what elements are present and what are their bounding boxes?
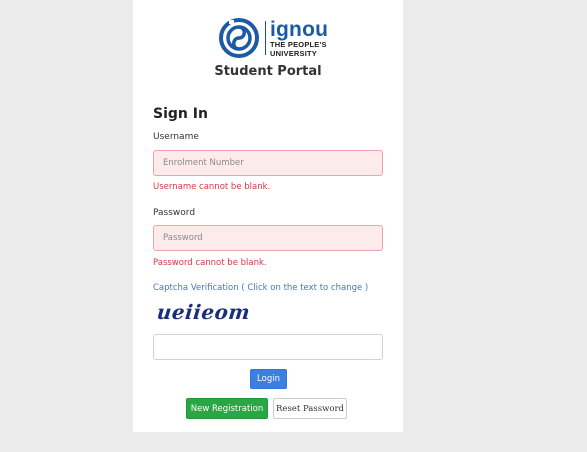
brand-tagline-2: UNIVERSITY — [270, 48, 318, 58]
login-card: ignou THE PEOPLE'S UNIVERSITY Student Po… — [133, 0, 403, 432]
login-button[interactable]: Login — [250, 369, 287, 389]
username-error: Username cannot be blank. — [153, 182, 271, 192]
logo-text: ignou THE PEOPLE'S UNIVERSITY — [270, 19, 328, 57]
brand-tagline-1: THE PEOPLE'S — [270, 40, 327, 49]
captcha-input[interactable] — [153, 334, 383, 360]
ignou-logo: ignou THE PEOPLE'S UNIVERSITY — [219, 17, 328, 59]
reset-password-button[interactable]: Reset Password — [273, 398, 347, 419]
logo-divider — [265, 21, 266, 55]
new-registration-button[interactable]: New Registration — [186, 398, 268, 419]
brand-name: ignou — [270, 18, 329, 41]
password-label: Password — [153, 208, 196, 218]
username-label: Username — [153, 132, 199, 142]
password-error: Password cannot be blank. — [153, 258, 267, 268]
captcha-verification-link[interactable]: Captcha Verification ( Click on the text… — [153, 283, 368, 293]
signin-heading: Sign In — [153, 106, 208, 122]
username-input[interactable] — [153, 150, 383, 176]
portal-title: Student Portal — [214, 64, 322, 79]
ignou-swirl-icon — [219, 18, 259, 58]
captcha-image[interactable]: ueiieom — [156, 300, 252, 324]
password-input[interactable] — [153, 225, 383, 251]
